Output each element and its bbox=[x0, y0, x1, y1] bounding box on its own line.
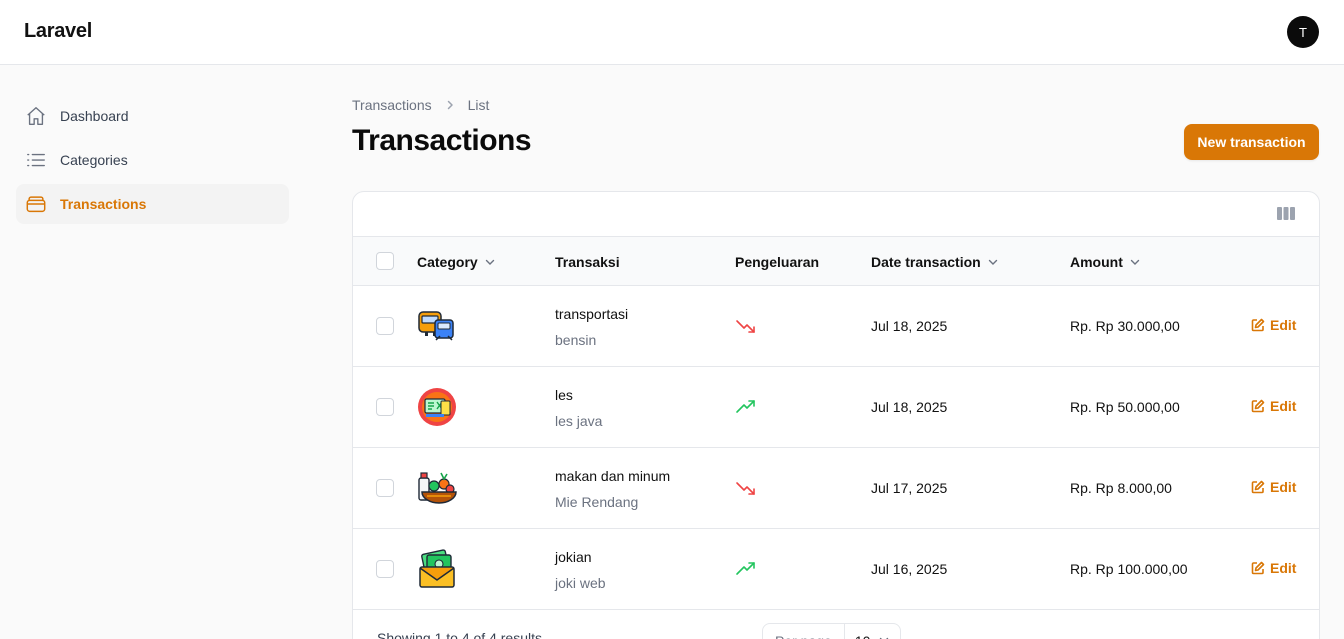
transaction-subtitle: bensin bbox=[555, 332, 597, 348]
transaction-amount: Rp. Rp 100.000,00 bbox=[1070, 561, 1188, 577]
edit-icon bbox=[1251, 399, 1265, 413]
page-title: Transactions bbox=[352, 124, 532, 157]
breadcrumb: Transactions List bbox=[352, 97, 489, 113]
row-checkbox[interactable] bbox=[376, 479, 394, 497]
transaction-amount: Rp. Rp 30.000,00 bbox=[1070, 318, 1180, 334]
home-icon bbox=[24, 104, 48, 128]
transaction-title: jokian bbox=[555, 549, 592, 565]
course-icon bbox=[417, 387, 457, 427]
edit-button[interactable]: Edit bbox=[1251, 317, 1296, 333]
per-page-control: Per page 10 bbox=[762, 623, 902, 639]
per-page-label: Per page bbox=[763, 624, 845, 639]
column-header-label: Category bbox=[417, 253, 478, 270]
transport-icon bbox=[417, 306, 457, 346]
row-checkbox[interactable] bbox=[376, 317, 394, 335]
transaction-date: Jul 17, 2025 bbox=[871, 480, 948, 496]
table-toolbar bbox=[353, 192, 1319, 237]
breadcrumb-current: List bbox=[467, 97, 490, 113]
transaction-subtitle: joki web bbox=[555, 575, 606, 591]
chevron-down-icon bbox=[878, 633, 890, 639]
breadcrumb-parent-link[interactable]: Transactions bbox=[352, 97, 432, 113]
sidebar: Dashboard Categories Transactions bbox=[16, 96, 289, 228]
trending-down-icon bbox=[735, 478, 759, 498]
transaction-date: Jul 18, 2025 bbox=[871, 399, 948, 415]
sort-chevron-icon bbox=[484, 256, 496, 268]
transaction-amount: Rp. Rp 8.000,00 bbox=[1070, 480, 1172, 496]
sort-chevron-icon bbox=[987, 256, 999, 268]
sidebar-item-categories[interactable]: Categories bbox=[16, 140, 289, 180]
edit-label: Edit bbox=[1270, 479, 1297, 495]
table-row[interactable]: jokian joki web Jul 16, 2025 Rp. Rp 100.… bbox=[353, 529, 1319, 610]
transaction-date: Jul 16, 2025 bbox=[871, 561, 948, 577]
per-page-select[interactable]: 10 bbox=[845, 633, 901, 639]
table-header: Category Transaksi Pengeluaran Date tran… bbox=[353, 237, 1319, 286]
sidebar-item-dashboard[interactable]: Dashboard bbox=[16, 96, 289, 136]
sidebar-item-label: Dashboard bbox=[60, 108, 129, 124]
row-checkbox[interactable] bbox=[376, 398, 394, 416]
column-header-date[interactable]: Date transaction bbox=[871, 237, 999, 286]
transaction-subtitle: Mie Rendang bbox=[555, 494, 639, 510]
edit-icon bbox=[1251, 561, 1265, 575]
table-footer: Showing 1 to 4 of 4 results Per page 10 bbox=[353, 610, 1319, 639]
new-transaction-button[interactable]: New transaction bbox=[1184, 124, 1319, 160]
column-header-label: Pengeluaran bbox=[735, 253, 820, 270]
brand-logo[interactable]: Laravel bbox=[24, 20, 92, 43]
money-envelope-icon bbox=[417, 549, 457, 589]
per-page-value: 10 bbox=[855, 633, 871, 639]
sidebar-item-label: Categories bbox=[60, 152, 128, 168]
trending-up-icon bbox=[735, 397, 759, 417]
column-header-pengeluaran: Pengeluaran bbox=[735, 237, 819, 286]
edit-icon bbox=[1251, 318, 1265, 332]
transaction-date: Jul 18, 2025 bbox=[871, 318, 948, 334]
column-header-category[interactable]: Category bbox=[417, 237, 496, 286]
table-row[interactable]: transportasi bensin Jul 18, 2025 Rp. Rp … bbox=[353, 286, 1319, 367]
chevron-right-icon bbox=[444, 99, 456, 111]
wallet-icon bbox=[24, 192, 48, 216]
edit-label: Edit bbox=[1270, 317, 1297, 333]
edit-icon bbox=[1251, 480, 1265, 494]
sort-chevron-icon bbox=[1129, 256, 1141, 268]
transaction-title: transportasi bbox=[555, 306, 629, 322]
table-row[interactable]: les les java Jul 18, 2025 Rp. Rp 50.000,… bbox=[353, 367, 1319, 448]
top-bar: Laravel T bbox=[0, 0, 1344, 65]
trending-down-icon bbox=[735, 316, 759, 336]
transaction-title: les bbox=[555, 387, 573, 403]
edit-button[interactable]: Edit bbox=[1251, 479, 1296, 495]
columns-toggle-icon[interactable] bbox=[1277, 206, 1295, 222]
select-all-checkbox[interactable] bbox=[376, 252, 394, 270]
transaction-title: makan dan minum bbox=[555, 468, 671, 484]
food-icon bbox=[417, 468, 457, 508]
edit-button[interactable]: Edit bbox=[1251, 560, 1296, 576]
user-avatar[interactable]: T bbox=[1287, 16, 1319, 48]
column-header-transaksi: Transaksi bbox=[555, 237, 620, 286]
pagination-summary: Showing 1 to 4 of 4 results bbox=[377, 630, 542, 639]
transactions-table-card: Category Transaksi Pengeluaran Date tran… bbox=[352, 191, 1320, 639]
column-header-label: Transaksi bbox=[555, 253, 620, 270]
table-row[interactable]: makan dan minum Mie Rendang Jul 17, 2025… bbox=[353, 448, 1319, 529]
sidebar-item-transactions[interactable]: Transactions bbox=[16, 184, 289, 224]
row-checkbox[interactable] bbox=[376, 560, 394, 578]
edit-label: Edit bbox=[1270, 560, 1297, 576]
column-header-amount[interactable]: Amount bbox=[1070, 237, 1141, 286]
transaction-amount: Rp. Rp 50.000,00 bbox=[1070, 399, 1180, 415]
trending-up-icon bbox=[735, 559, 759, 579]
column-header-label: Date transaction bbox=[871, 253, 981, 270]
list-icon bbox=[24, 148, 48, 172]
column-header-label: Amount bbox=[1070, 253, 1123, 270]
sidebar-item-label: Transactions bbox=[60, 196, 147, 212]
transaction-subtitle: les java bbox=[555, 413, 603, 429]
edit-button[interactable]: Edit bbox=[1251, 398, 1296, 414]
edit-label: Edit bbox=[1270, 398, 1297, 414]
